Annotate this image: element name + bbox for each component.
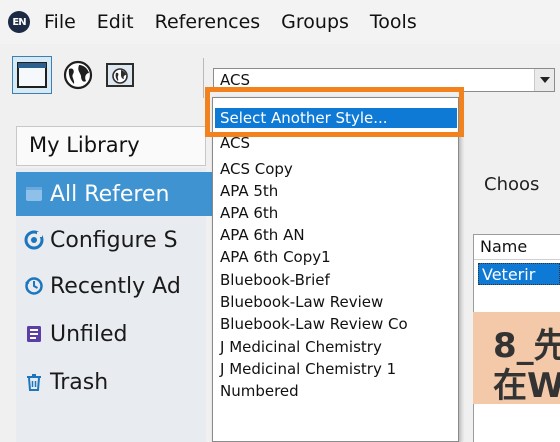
- dropdown-item[interactable]: J Medicinal Chemistry: [220, 338, 382, 356]
- menu-references[interactable]: References: [155, 11, 261, 33]
- dropdown-item[interactable]: J Medicinal Chemistry 1: [220, 360, 396, 378]
- menu-tools[interactable]: Tools: [370, 11, 417, 33]
- group-sidebar: All Referen Configure S Recently Ad Unfi…: [16, 168, 212, 442]
- chevron-down-icon[interactable]: [534, 69, 554, 91]
- toolbar-separator: [203, 58, 204, 98]
- sidebar-item-label: Configure S: [50, 227, 178, 253]
- menu-bar: EN File Edit References Groups Tools: [0, 0, 560, 44]
- choose-style-prompt: Choos: [484, 174, 540, 195]
- column-header-name[interactable]: Name: [480, 237, 527, 256]
- style-row-label: Veterir: [482, 265, 536, 284]
- history-icon: [25, 277, 43, 295]
- dropdown-item[interactable]: Bluebook-Law Review: [220, 293, 383, 311]
- sidebar-item-all-references[interactable]: All Referen: [16, 172, 212, 216]
- dropdown-item[interactable]: APA 6th: [220, 204, 278, 222]
- style-row-selected[interactable]: Veterir: [478, 263, 560, 285]
- endnote-logo-icon[interactable]: EN: [8, 11, 30, 33]
- dropdown-item[interactable]: Bluebook-Brief: [220, 271, 330, 289]
- sidebar-item-configure-sync[interactable]: Configure S: [16, 218, 212, 262]
- dropdown-item[interactable]: Numbered: [220, 382, 299, 400]
- menu-groups[interactable]: Groups: [281, 11, 349, 33]
- menu-edit[interactable]: Edit: [97, 11, 134, 33]
- dropdown-item[interactable]: APA 6th Copy1: [220, 248, 331, 266]
- tutorial-annotation: 8_先 在W: [473, 312, 560, 406]
- dropdown-item[interactable]: APA 6th AN: [220, 226, 305, 244]
- online-library-icon[interactable]: [100, 56, 140, 94]
- output-style-dropdown: Select Another Style... ACS ACS Copy APA…: [212, 97, 459, 442]
- sidebar-item-label: Trash: [50, 369, 109, 395]
- all-references-icon: [26, 187, 42, 201]
- annotation-line-2: 在W: [493, 366, 560, 406]
- unfiled-icon: [27, 326, 41, 342]
- dropdown-item[interactable]: Bluebook-Law Review Co: [220, 315, 408, 333]
- sidebar-item-trash[interactable]: Trash: [16, 360, 212, 404]
- sidebar-item-label: Unfiled: [50, 321, 128, 347]
- header-divider: [474, 259, 560, 260]
- sidebar-item-label: Recently Ad: [50, 273, 181, 299]
- local-library-icon[interactable]: [12, 56, 52, 94]
- library-selector-label: My Library: [29, 133, 140, 157]
- dropdown-item[interactable]: ACS Copy: [220, 160, 293, 178]
- dropdown-item[interactable]: APA 5th: [220, 182, 278, 200]
- menu-file[interactable]: File: [44, 11, 76, 33]
- library-selector[interactable]: My Library: [16, 126, 206, 166]
- annotation-highlight-box: [205, 87, 464, 137]
- sidebar-item-unfiled[interactable]: Unfiled: [16, 312, 212, 356]
- sidebar-item-recently-added[interactable]: Recently Ad: [16, 264, 212, 308]
- online-search-icon[interactable]: [58, 56, 98, 94]
- trash-icon: [27, 374, 41, 391]
- sidebar-item-label: All Referen: [50, 181, 170, 207]
- sync-icon: [24, 230, 44, 250]
